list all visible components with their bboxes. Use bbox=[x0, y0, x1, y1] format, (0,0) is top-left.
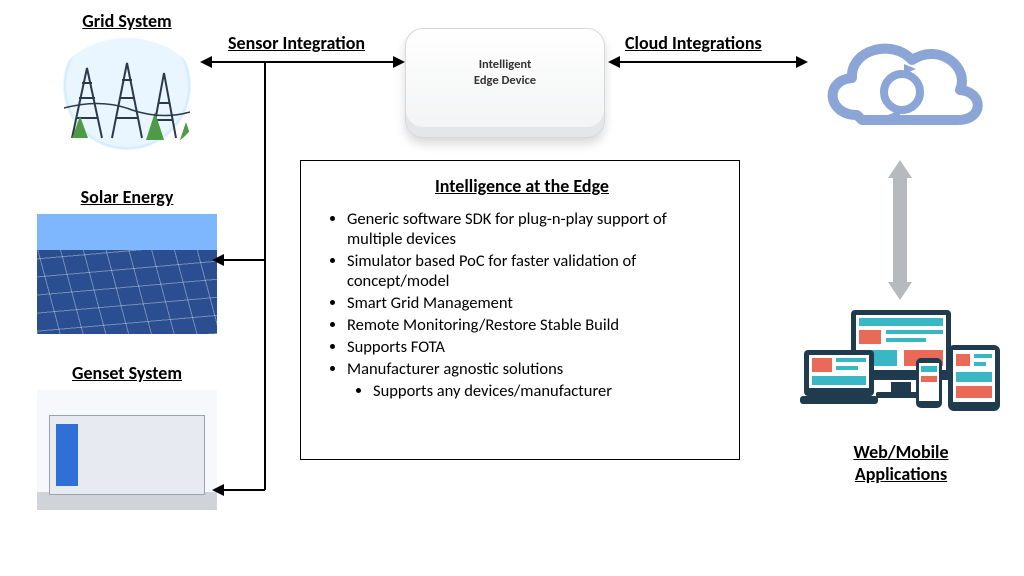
sensor-integration-label: Sensor Integration bbox=[228, 32, 365, 54]
apps-label-line1: Web/Mobile bbox=[853, 441, 948, 463]
bullet-item: Smart Grid Management bbox=[347, 293, 719, 313]
solar-panels-icon bbox=[37, 214, 217, 334]
solar-block: Solar Energy bbox=[32, 186, 222, 334]
bullet-item: Remote Monitoring/Restore Stable Build bbox=[347, 315, 719, 335]
edge-device-icon: Intelligent Edge Device bbox=[405, 28, 605, 138]
bullet-item: Manufacturer agnostic solutions Supports… bbox=[347, 359, 719, 401]
grid-system-label: Grid System bbox=[32, 10, 222, 32]
left-sources-column: Grid System Solar Energy Genset System bbox=[32, 10, 222, 510]
bullet-item-text: Manufacturer agnostic solutions bbox=[347, 359, 563, 379]
sub-bullet-item: Supports any devices/manufacturer bbox=[373, 381, 719, 401]
grid-system-icon bbox=[52, 38, 202, 158]
bullet-item: Supports FOTA bbox=[347, 337, 719, 357]
apps-label-line2: Applications bbox=[855, 463, 947, 485]
bullet-item: Generic software SDK for plug-n-play sup… bbox=[347, 209, 719, 249]
genset-block: Genset System bbox=[32, 362, 222, 510]
apps-label: Web/Mobile Applications bbox=[796, 441, 1006, 485]
intelligence-bullet-list: Generic software SDK for plug-n-play sup… bbox=[325, 209, 719, 401]
cloud-icon-wrap bbox=[802, 20, 1002, 155]
intelligence-box: Intelligence at the Edge Generic softwar… bbox=[300, 160, 740, 460]
sensor-branch-arrow bbox=[210, 60, 275, 510]
apps-icon-wrap: Web/Mobile Applications bbox=[796, 300, 1006, 485]
genset-icon bbox=[37, 390, 217, 510]
genset-system-label: Genset System bbox=[32, 362, 222, 384]
device-text-line1: Intelligent bbox=[406, 57, 604, 73]
cloud-integrations-arrow bbox=[608, 52, 808, 72]
cloud-integrations-label: Cloud Integrations bbox=[625, 32, 762, 54]
bullet-item: Simulator based PoC for faster validatio… bbox=[347, 251, 719, 291]
devices-apps-icon bbox=[796, 300, 1006, 430]
intelligence-box-title: Intelligence at the Edge bbox=[325, 175, 719, 197]
device-text-line2: Edge Device bbox=[406, 73, 604, 89]
solar-energy-label: Solar Energy bbox=[32, 186, 222, 208]
cloud-to-apps-arrow bbox=[880, 160, 920, 300]
cloud-sync-icon bbox=[812, 20, 992, 150]
